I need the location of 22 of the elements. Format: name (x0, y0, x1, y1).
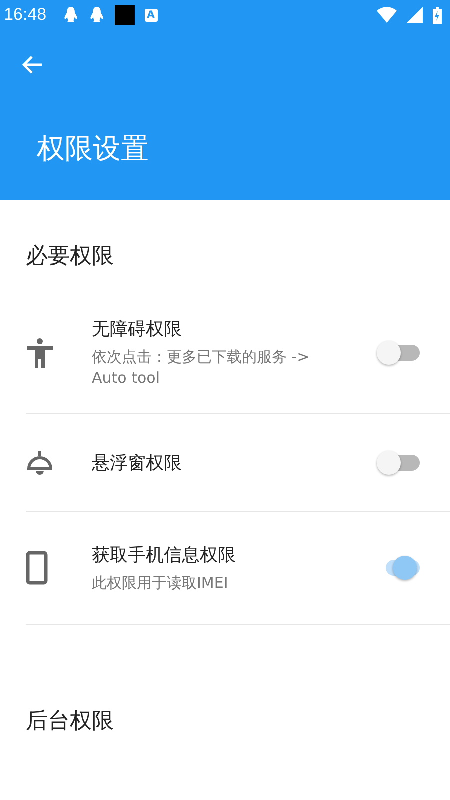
page-title: 权限设置 (36, 131, 150, 167)
signal-icon (407, 7, 423, 23)
toggle-switch[interactable] (376, 339, 420, 367)
toggle-switch[interactable] (376, 448, 420, 476)
permission-description: 依次点击：更多已下载的服务 -> Auto tool (92, 347, 311, 389)
battery-icon (433, 6, 442, 24)
accessibility-icon (26, 338, 54, 368)
status-time: 16:48 (4, 5, 47, 25)
wifi-icon (377, 7, 397, 23)
back-arrow-icon (22, 54, 44, 76)
penguin-icon (88, 6, 105, 24)
permission-description: 此权限用于读取IMEI (92, 572, 230, 594)
phone-icon (26, 551, 48, 585)
permission-title: 获取手机信息权限 (92, 544, 237, 566)
section-header: 后台权限 (26, 708, 114, 736)
app-notification-icon: A (144, 8, 158, 22)
permission-title: 悬浮窗权限 (92, 452, 183, 474)
permission-title: 无障碍权限 (92, 318, 183, 341)
lamp-icon (26, 448, 54, 476)
penguin-icon (62, 6, 79, 24)
notification-icon (114, 5, 135, 25)
section-header: 必要权限 (26, 243, 114, 271)
